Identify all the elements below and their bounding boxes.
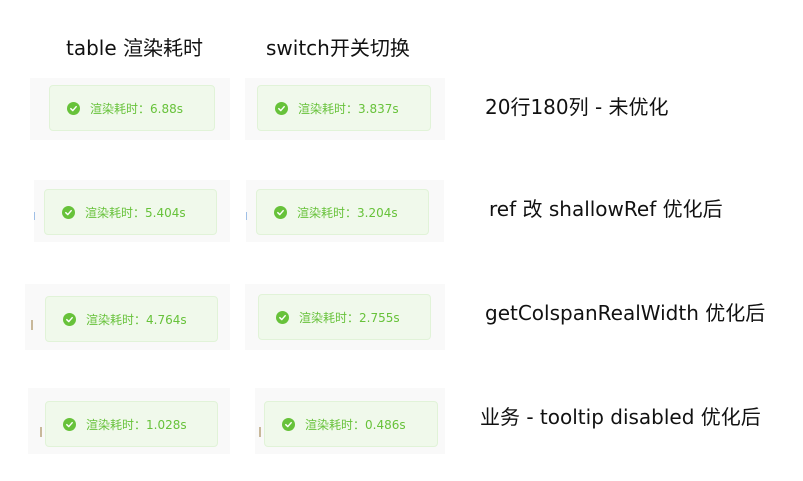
toast-message: 渲染耗时：6.88s <box>90 101 183 116</box>
row-label-1: 20行180列 - 未优化 <box>485 95 669 119</box>
table-render-toast-row-4: 渲染耗时：1.028s <box>45 401 218 447</box>
toast-message: 渲染耗时：3.837s <box>298 101 399 116</box>
switch-render-toast-row-4: 渲染耗时：0.486s <box>264 401 438 447</box>
table-render-toast-row-1: 渲染耗时：6.88s <box>49 85 215 131</box>
toast-message: 渲染耗时：3.204s <box>297 205 398 220</box>
screenshot-edge-mark <box>40 427 42 437</box>
screenshot-edge-mark <box>34 212 35 220</box>
switch-render-toast-row-1: 渲染耗时：3.837s <box>257 85 431 131</box>
row-label-2: ref 改 shallowRef 优化后 <box>489 197 723 221</box>
success-check-icon <box>62 205 75 219</box>
row-label-3: getColspanRealWidth 优化后 <box>485 301 766 325</box>
success-check-icon <box>63 417 76 431</box>
success-check-icon <box>276 310 289 324</box>
table-render-toast-row-3: 渲染耗时：4.764s <box>45 296 218 342</box>
screenshot-edge-mark <box>246 212 247 220</box>
toast-message: 渲染耗时：2.755s <box>299 310 400 325</box>
success-check-icon <box>67 101 80 115</box>
screenshot-edge-mark <box>259 427 261 437</box>
success-check-icon <box>282 417 295 431</box>
switch-toggle-header: switch开关切换 <box>266 36 410 60</box>
screenshot-edge-mark <box>31 320 33 330</box>
success-check-icon <box>275 101 288 115</box>
toast-message: 渲染耗时：1.028s <box>86 417 187 432</box>
table-render-toast-row-2: 渲染耗时：5.404s <box>44 189 217 235</box>
switch-render-toast-row-3: 渲染耗时：2.755s <box>258 294 431 340</box>
row-label-4: 业务 - tooltip disabled 优化后 <box>480 405 761 429</box>
success-check-icon <box>63 312 76 326</box>
switch-render-toast-row-2: 渲染耗时：3.204s <box>256 189 429 235</box>
toast-message: 渲染耗时：0.486s <box>305 417 406 432</box>
success-check-icon <box>274 205 287 219</box>
toast-message: 渲染耗时：4.764s <box>86 312 187 327</box>
toast-message: 渲染耗时：5.404s <box>85 205 186 220</box>
table-render-time-header: table 渲染耗时 <box>66 36 204 60</box>
